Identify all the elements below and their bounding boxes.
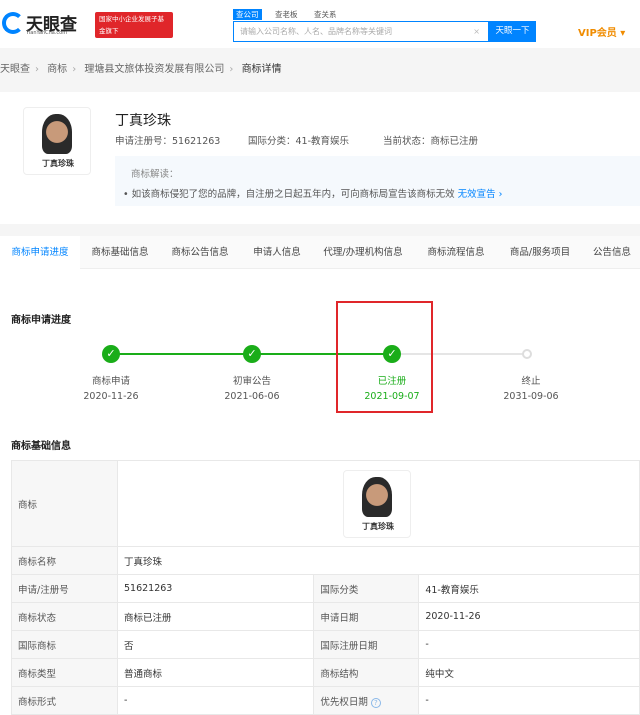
value-cell: 普通商标 (116, 658, 315, 687)
label-cell: 商标类型 (11, 658, 118, 687)
value-cell: 41-教育娱乐 (418, 574, 640, 603)
table-row: 商标丁真珍珠 (11, 460, 640, 547)
step-prelim: 初审公告 2021-06-06 (202, 374, 302, 404)
crumb-trademark[interactable]: 商标 (47, 64, 67, 75)
label-cell: 商标结构 (313, 658, 420, 687)
vip-menu[interactable]: VIP会员 ▾ (578, 24, 625, 39)
value-cell: 丁真珍珠 (117, 546, 640, 575)
trademark-tip: 商标解读： • 如该商标侵犯了您的品牌，自注册之日起五年内，可向商标局宣告该商标… (115, 156, 640, 206)
table-row: 商标形式 - 优先权日期? - (11, 686, 640, 715)
check-icon: ✓ (102, 345, 120, 363)
value-cell: - (116, 686, 315, 715)
search-tab-boss[interactable]: 查老板 (272, 9, 301, 20)
step-date: 2020-11-26 (83, 391, 139, 402)
search-tab-relation[interactable]: 查关系 (311, 9, 340, 20)
trademark-image: 丁真珍珠 (343, 469, 411, 538)
tab-agency[interactable]: 代理/办理机构信息 (314, 236, 412, 269)
value-cell: - (418, 686, 640, 715)
check-icon: ✓ (243, 345, 261, 363)
tab-goods-services[interactable]: 商品/服务项目 (500, 236, 580, 269)
portrait-image (42, 114, 72, 154)
label-cell: 商标 (11, 460, 118, 547)
invalidate-link[interactable]: 无效宣告 › (458, 189, 503, 200)
label-cell: 申请日期 (313, 602, 420, 631)
label-cell: 优先权日期? (313, 686, 420, 715)
search-button[interactable]: 天眼一下 (489, 21, 536, 42)
trademark-title: 丁真珍珠 (115, 113, 171, 129)
tip-title: 商标解读： (131, 169, 179, 180)
step-date: 2021-06-06 (224, 391, 280, 402)
step-label: 初审公告 (232, 376, 271, 387)
basic-info-title: 商标基础信息 (11, 441, 71, 452)
tab-basic-info[interactable]: 商标基础信息 (80, 236, 160, 269)
reg-number: 申请注册号：51621263 (115, 136, 221, 147)
label-cell: 商标状态 (11, 602, 118, 631)
tab-notice[interactable]: 公告信息 (580, 236, 640, 269)
crumb-company[interactable]: 理塘县文旅体投资发展有限公司 (84, 64, 224, 75)
crumb-home[interactable]: 天眼查 (0, 64, 30, 75)
trademark-image-text: 丁真珍珠 (42, 159, 74, 168)
value-cell: 商标已注册 (116, 602, 315, 631)
tab-progress[interactable]: 商标申请进度 (0, 236, 80, 269)
tab-process[interactable]: 商标流程信息 (412, 236, 500, 269)
breadcrumb: 天眼查 › 商标 › 理塘县文旅体投资发展有限公司 › 商标详情 (0, 48, 640, 92)
logo-icon[interactable] (2, 12, 24, 34)
tip-body: • 如该商标侵犯了您的品牌，自注册之日起五年内，可向商标局宣告该商标无效 (123, 189, 455, 200)
label-text: 优先权日期 (320, 696, 368, 708)
progress-title: 商标申请进度 (11, 315, 71, 326)
divider (0, 224, 640, 236)
table-row: 申请/注册号 51621263 国际分类 41-教育娱乐 (11, 574, 640, 603)
label-cell: 商标名称 (11, 546, 118, 575)
trademark-image-text: 丁真珍珠 (362, 521, 394, 531)
search-placeholder: 请输入公司名称、人名、品牌名称等关键词 (240, 27, 392, 36)
logo-subtext: TianYanCha.com (26, 30, 68, 36)
top-header: 天眼查 TianYanCha.com 国家中小企业发展子基金旗下 官方备案企业征信… (0, 0, 640, 59)
image-cell: 丁真珍珠 (117, 460, 640, 547)
table-row: 商标类型 普通商标 商标结构 纯中文 (11, 658, 640, 687)
search-input[interactable]: 请输入公司名称、人名、品牌名称等关键词 × (233, 21, 489, 42)
tip-text: • 如该商标侵犯了您的品牌，自注册之日起五年内，可向商标局宣告该商标无效 无效宣… (123, 186, 502, 200)
crumb-current: 商标详情 (241, 64, 282, 75)
highlight-box (336, 301, 433, 413)
value-cell: 纯中文 (418, 658, 640, 687)
step-label: 终止 (521, 376, 541, 387)
tab-bar: 商标申请进度 商标基础信息 商标公告信息 申请人信息 代理/办理机构信息 商标流… (0, 236, 640, 269)
value-cell: 否 (116, 630, 315, 659)
pending-dot-icon (522, 349, 532, 359)
basic-info-table: 商标 丁真珍珠 商标名称 丁真珍珠 申请/注册号 51621263 国际分类 41-教育娱… (11, 460, 640, 715)
table-row: 国际商标否国际注册日期 - (11, 630, 640, 659)
table-row: 商标名称 丁真珍珠 (11, 546, 640, 575)
step-label: 商标申请 (91, 376, 130, 387)
badge-line1: 国家中小企业发展子基金旗下 (99, 15, 164, 35)
table-row: 商标状态 商标已注册 申请日期 2020-11-26 (11, 602, 640, 631)
intl-class: 国际分类：41-教育娱乐 (248, 136, 350, 147)
promo-badge: 国家中小企业发展子基金旗下官方备案企业征信机构 (95, 12, 173, 59)
step-date: 2031-09-06 (503, 391, 559, 402)
tab-announcement-info[interactable]: 商标公告信息 (160, 236, 240, 269)
label-cell: 国际注册日期 (313, 630, 420, 659)
label-cell: 商标形式 (11, 686, 118, 715)
label-cell: 国际商标 (11, 630, 118, 659)
trademark-image: 丁真珍珠 (23, 107, 91, 175)
value-cell: - (418, 630, 640, 659)
label-cell: 国际分类 (313, 574, 420, 603)
portrait-image (362, 476, 392, 517)
step-apply: 商标申请 2020-11-26 (61, 374, 161, 404)
tab-applicant[interactable]: 申请人信息 (240, 236, 314, 269)
current-status: 当前状态：商标已注册 (383, 136, 479, 147)
value-cell: 51621263 (116, 574, 315, 603)
label-cell: 申请/注册号 (11, 574, 118, 603)
search-tab-company[interactable]: 查公司 (233, 9, 262, 20)
help-icon[interactable]: ? (370, 697, 381, 708)
value-cell: 2020-11-26 (418, 602, 640, 631)
step-terminate: 终止 2031-09-06 (481, 374, 581, 404)
clear-icon[interactable]: × (473, 22, 480, 41)
